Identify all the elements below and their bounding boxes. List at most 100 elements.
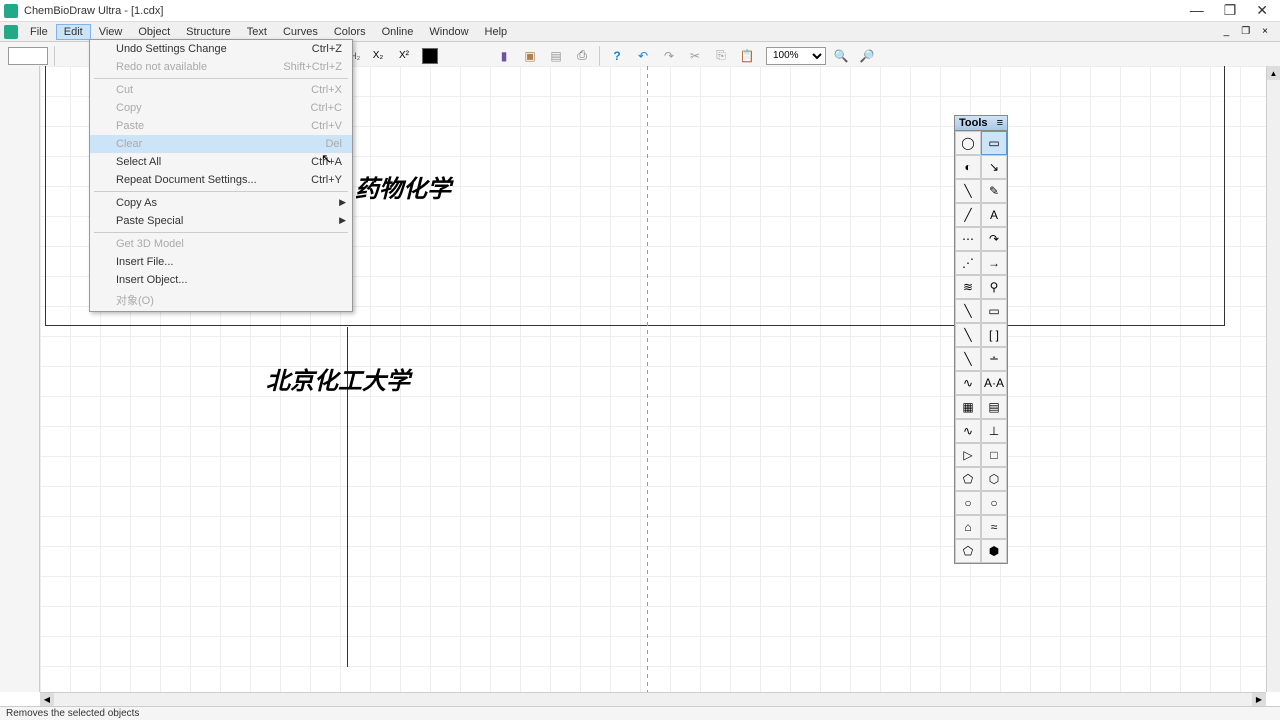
menu-structure[interactable]: Structure: [178, 24, 239, 40]
tool-15[interactable]: ▭: [981, 299, 1007, 323]
paste-icon[interactable]: 📋: [736, 45, 758, 67]
menu-item-copy-as[interactable]: Copy As▶: [90, 194, 352, 212]
mdi-maximize[interactable]: ❐: [1237, 26, 1254, 37]
text-object-2[interactable]: 北京化工大学: [266, 361, 410, 396]
menu-help[interactable]: Help: [477, 24, 516, 40]
menu-online[interactable]: Online: [374, 24, 422, 40]
tool-8[interactable]: ⋯: [955, 227, 981, 251]
window-title: ChemBioDraw Ultra - [1.cdx]: [24, 5, 163, 17]
redo-icon[interactable]: ↷: [658, 45, 680, 67]
tool-22[interactable]: ▦: [955, 395, 981, 419]
tool-10[interactable]: ⋰: [955, 251, 981, 275]
tool-4[interactable]: ╲: [955, 179, 981, 203]
tool-purple-icon[interactable]: ▮: [493, 45, 515, 67]
vertical-scrollbar[interactable]: ▲: [1266, 66, 1280, 692]
tool-11[interactable]: →: [981, 251, 1007, 275]
mdi-icon[interactable]: [4, 25, 18, 39]
tool-2[interactable]: ◐: [955, 155, 981, 179]
text-object-1[interactable]: 药物化学: [355, 169, 451, 204]
status-bar: Removes the selected objects: [0, 706, 1280, 720]
print-icon[interactable]: ⎙: [571, 45, 593, 67]
zoom-out-icon[interactable]: 🔎: [856, 45, 878, 67]
tool-35[interactable]: ⬢: [981, 539, 1007, 563]
maximize-button[interactable]: ❐: [1224, 2, 1237, 19]
menu-file[interactable]: File: [22, 24, 56, 40]
menu-item-select-all[interactable]: Select AllCtrl+A: [90, 153, 352, 171]
tool-5[interactable]: ✎: [981, 179, 1007, 203]
tool-gray-icon[interactable]: ▤: [545, 45, 567, 67]
cut-icon[interactable]: ✂: [684, 45, 706, 67]
menu-view[interactable]: View: [91, 24, 131, 40]
tool-18[interactable]: ╲: [955, 347, 981, 371]
menu-item-clear: ClearDel: [90, 135, 352, 153]
tool-23[interactable]: ▤: [981, 395, 1007, 419]
menu-item-undo-settings-change[interactable]: Undo Settings ChangeCtrl+Z: [90, 40, 352, 58]
menu-item-repeat-document-settings[interactable]: Repeat Document Settings...Ctrl+Y: [90, 171, 352, 189]
color-swatch[interactable]: [419, 45, 441, 67]
mdi-close[interactable]: ×: [1258, 26, 1272, 37]
tools-menu-icon[interactable]: ≡: [997, 117, 1003, 129]
tool-28[interactable]: ⬠: [955, 467, 981, 491]
tools-titlebar[interactable]: Tools ≡: [955, 116, 1007, 131]
mdi-minimize[interactable]: _: [1220, 26, 1234, 37]
help-icon[interactable]: ?: [606, 45, 628, 67]
menu-text[interactable]: Text: [239, 24, 275, 40]
tool-29[interactable]: ⬡: [981, 467, 1007, 491]
tool-1[interactable]: ▭: [981, 131, 1007, 155]
menu-item-insert-object[interactable]: Insert Object...: [90, 271, 352, 289]
horizontal-scrollbar[interactable]: ◀ ▶: [40, 692, 1266, 706]
menu-colors[interactable]: Colors: [326, 24, 374, 40]
tool-26[interactable]: ▷: [955, 443, 981, 467]
subscript-button[interactable]: X₂: [367, 45, 389, 67]
tool-21[interactable]: A·A: [981, 371, 1007, 395]
menu-item-cut: CutCtrl+X: [90, 81, 352, 99]
tool-27[interactable]: □: [981, 443, 1007, 467]
tool-33[interactable]: ≈: [981, 515, 1007, 539]
menu-item-paste-special[interactable]: Paste Special▶: [90, 212, 352, 230]
left-ruler: [0, 66, 40, 692]
menu-item-insert-file[interactable]: Insert File...: [90, 253, 352, 271]
app-icon: [4, 4, 18, 18]
center-guide: [647, 66, 648, 692]
menu-object[interactable]: Object: [130, 24, 178, 40]
menu-window[interactable]: Window: [421, 24, 476, 40]
tool-6[interactable]: ╱: [955, 203, 981, 227]
tool-25[interactable]: ⊥: [981, 419, 1007, 443]
close-button[interactable]: ✕: [1256, 2, 1268, 19]
menu-curves[interactable]: Curves: [275, 24, 326, 40]
scroll-up-button[interactable]: ▲: [1267, 66, 1280, 80]
tool-7[interactable]: A: [981, 203, 1007, 227]
tool-0[interactable]: ◯: [955, 131, 981, 155]
tool-20[interactable]: ∿: [955, 371, 981, 395]
superscript-button[interactable]: X²: [393, 45, 415, 67]
tool-13[interactable]: ⚲: [981, 275, 1007, 299]
tool-19[interactable]: ∸: [981, 347, 1007, 371]
tool-16[interactable]: ╲: [955, 323, 981, 347]
tool-17[interactable]: [ ]: [981, 323, 1007, 347]
mdi-controls: _ ❐ ×: [1220, 26, 1276, 37]
tool-12[interactable]: ≋: [955, 275, 981, 299]
scroll-right-button[interactable]: ▶: [1252, 693, 1266, 706]
tool-14[interactable]: ╲: [955, 299, 981, 323]
tool-3[interactable]: ↘: [981, 155, 1007, 179]
menu-edit[interactable]: Edit: [56, 24, 91, 40]
tools-palette[interactable]: Tools ≡ ◯▭◐↘╲✎╱A⋯↷⋰→≋⚲╲▭╲[ ]╲∸∿A·A▦▤∿⊥▷□…: [954, 115, 1008, 564]
font-selector[interactable]: [8, 47, 48, 65]
tool-30[interactable]: ○: [955, 491, 981, 515]
scroll-left-button[interactable]: ◀: [40, 693, 54, 706]
tool-9[interactable]: ↷: [981, 227, 1007, 251]
undo-icon[interactable]: ↶: [632, 45, 654, 67]
minimize-button[interactable]: —: [1190, 2, 1204, 19]
tools-title-label: Tools: [959, 117, 988, 129]
menu-item-redo-not-available: Redo not availableShift+Ctrl+Z: [90, 58, 352, 76]
tool-24[interactable]: ∿: [955, 419, 981, 443]
tool-31[interactable]: ○: [981, 491, 1007, 515]
tool-32[interactable]: ⌂: [955, 515, 981, 539]
zoom-in-icon[interactable]: 🔍: [830, 45, 852, 67]
scroll-track[interactable]: [54, 693, 1252, 706]
menu-item-o: 对象(O): [90, 289, 352, 311]
zoom-selector[interactable]: 100%: [766, 47, 826, 65]
tool-box-icon[interactable]: ▣: [519, 45, 541, 67]
copy-icon[interactable]: ⎘: [710, 45, 732, 67]
tool-34[interactable]: ⬠: [955, 539, 981, 563]
